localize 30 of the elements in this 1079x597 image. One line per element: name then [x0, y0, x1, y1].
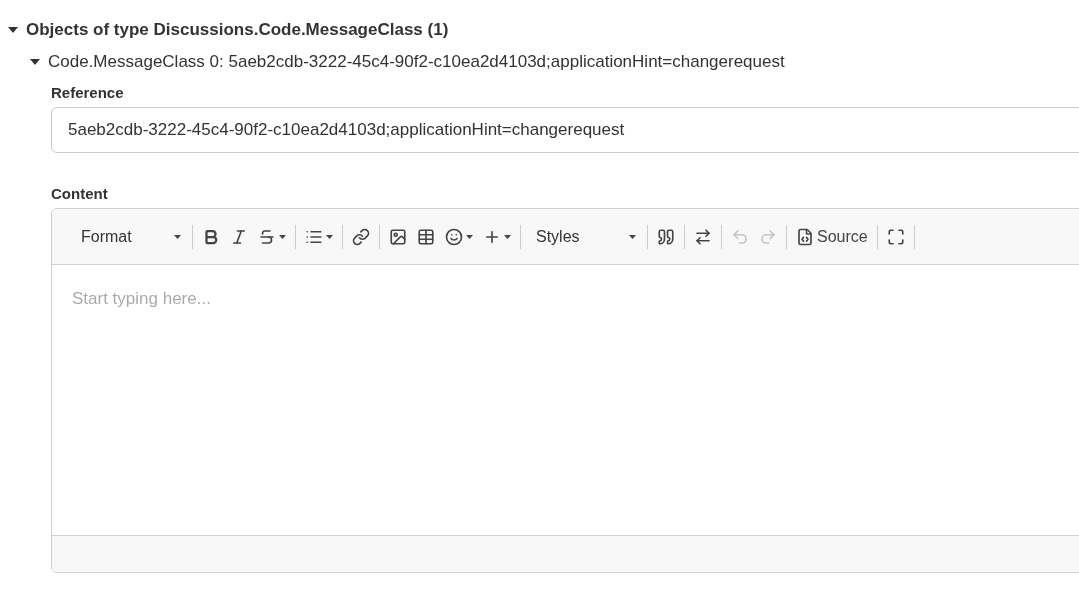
format-dropdown[interactable]: Format — [71, 227, 187, 246]
placeholder-text: Start typing here... — [72, 289, 211, 308]
collapse-icon[interactable] — [30, 58, 40, 66]
redo-icon — [759, 227, 777, 246]
object-title: Code.MessageClass 0: 5aeb2cdb-3222-45c4-90f2-c10ea2d4103d;applicationHint=changerequest — [48, 52, 785, 72]
emoji-icon — [445, 227, 463, 246]
caret-icon — [279, 234, 286, 239]
field-label: Content — [51, 185, 109, 202]
caret-icon — [466, 234, 473, 239]
field-label: Reference — [51, 84, 125, 101]
undo-icon — [731, 227, 749, 246]
italic-icon — [230, 227, 248, 246]
caret-icon — [174, 234, 181, 239]
quote-icon — [657, 227, 675, 246]
maximize-icon — [886, 227, 905, 246]
link-icon — [352, 227, 370, 246]
reference-field[interactable]: 5aeb2cdb-3222-45c4-90f2-c10ea2d4103d;applicationHint=changerequest — [51, 107, 1079, 153]
image-icon — [389, 227, 407, 246]
caret-icon — [504, 234, 511, 239]
table-icon — [417, 227, 435, 246]
section-title: Objects of type Discussions.Code.MessageClass (1) — [26, 20, 449, 40]
caret-icon — [629, 234, 636, 239]
caret-icon — [326, 234, 333, 239]
source-button[interactable]: Source — [792, 225, 872, 248]
source-icon — [796, 227, 814, 246]
strike-icon — [258, 227, 276, 246]
bold-icon — [202, 227, 220, 246]
collapse-icon[interactable] — [8, 26, 18, 34]
textdir-icon — [694, 227, 712, 246]
format-dropdown[interactable]: Styles — [526, 227, 642, 246]
